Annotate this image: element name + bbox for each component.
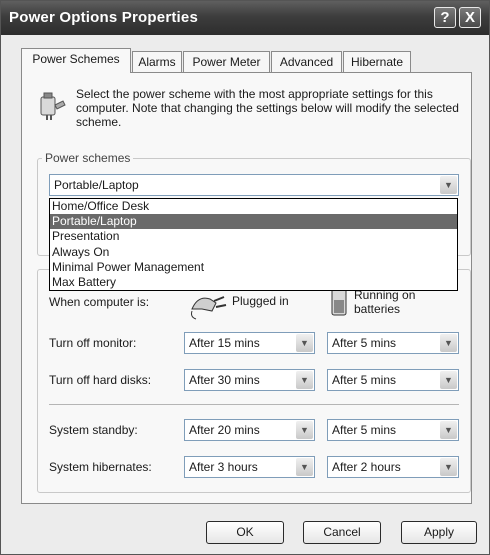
chevron-down-icon[interactable]: ▼ [440, 371, 457, 389]
chevron-down-icon[interactable]: ▼ [296, 458, 313, 476]
settings-divider [49, 404, 459, 405]
standby-plugged-select[interactable]: After 20 mins ▼ [184, 419, 315, 441]
scheme-description: Select the power scheme with the most ap… [76, 87, 459, 129]
standby-battery-select[interactable]: After 5 mins ▼ [327, 419, 459, 441]
turn-off-hard-disks-label: Turn off hard disks: [49, 373, 152, 387]
monitor-plugged-select[interactable]: After 15 mins ▼ [184, 332, 315, 354]
turn-off-monitor-label: Turn off monitor: [49, 336, 137, 350]
list-item[interactable]: Presentation [50, 229, 457, 244]
system-hibernates-label: System hibernates: [49, 460, 152, 474]
chevron-down-icon[interactable]: ▼ [440, 334, 457, 352]
ok-button[interactable]: OK [206, 521, 284, 544]
power-scheme-select[interactable]: Portable/Laptop ▼ [49, 174, 459, 196]
close-button[interactable]: X [459, 7, 481, 28]
cancel-button[interactable]: Cancel [303, 521, 381, 544]
monitor-battery-value: After 5 mins [332, 336, 397, 350]
monitor-plugged-value: After 15 mins [189, 336, 260, 350]
power-scheme-icon [40, 92, 66, 120]
apply-button[interactable]: Apply [401, 521, 477, 544]
system-standby-label: System standby: [49, 423, 138, 437]
plug-icon [191, 296, 227, 320]
hard-disks-battery-value: After 5 mins [332, 373, 397, 387]
chevron-down-icon[interactable]: ▼ [440, 458, 457, 476]
power-scheme-value: Portable/Laptop [54, 178, 139, 192]
hard-disks-plugged-value: After 30 mins [189, 373, 260, 387]
tab-advanced[interactable]: Advanced [271, 51, 342, 72]
hibernate-battery-select[interactable]: After 2 hours ▼ [327, 456, 459, 478]
window-title: Power Options Properties [9, 9, 199, 26]
tab-alarms[interactable]: Alarms [132, 51, 182, 72]
monitor-battery-select[interactable]: After 5 mins ▼ [327, 332, 459, 354]
power-scheme-dropdown-list[interactable]: Home/Office Desk Portable/Laptop Present… [49, 198, 458, 292]
when-computer-label: When computer is: [49, 295, 150, 309]
tab-power-schemes[interactable]: Power Schemes [21, 48, 131, 73]
title-bar[interactable]: Power Options Properties ? X [1, 1, 489, 35]
list-item[interactable]: Home/Office Desk [50, 199, 457, 214]
plugged-in-label: Plugged in [232, 294, 289, 308]
hibernate-battery-value: After 2 hours [332, 460, 401, 474]
chevron-down-icon[interactable]: ▼ [440, 421, 457, 439]
list-item[interactable]: Always On [50, 245, 457, 260]
standby-plugged-value: After 20 mins [189, 423, 260, 437]
running-on-batteries-label: Running on batteries [354, 288, 416, 316]
list-item[interactable]: Max Battery [50, 275, 457, 290]
list-item[interactable]: Minimal Power Management [50, 260, 457, 275]
chevron-down-icon[interactable]: ▼ [296, 334, 313, 352]
list-item-selected[interactable]: Portable/Laptop [50, 214, 457, 230]
hard-disks-plugged-select[interactable]: After 30 mins ▼ [184, 369, 315, 391]
hard-disks-battery-select[interactable]: After 5 mins ▼ [327, 369, 459, 391]
power-options-window: Power Options Properties ? X Power Schem… [0, 0, 490, 555]
hibernate-plugged-select[interactable]: After 3 hours ▼ [184, 456, 315, 478]
chevron-down-icon[interactable]: ▼ [296, 421, 313, 439]
power-schemes-legend: Power schemes [45, 151, 131, 165]
help-button[interactable]: ? [434, 7, 456, 28]
chevron-down-icon[interactable]: ▼ [296, 371, 313, 389]
chevron-down-icon[interactable]: ▼ [440, 176, 457, 194]
tab-power-meter[interactable]: Power Meter [183, 51, 270, 72]
standby-battery-value: After 5 mins [332, 423, 397, 437]
hibernate-plugged-value: After 3 hours [189, 460, 258, 474]
tab-hibernate[interactable]: Hibernate [343, 51, 411, 72]
